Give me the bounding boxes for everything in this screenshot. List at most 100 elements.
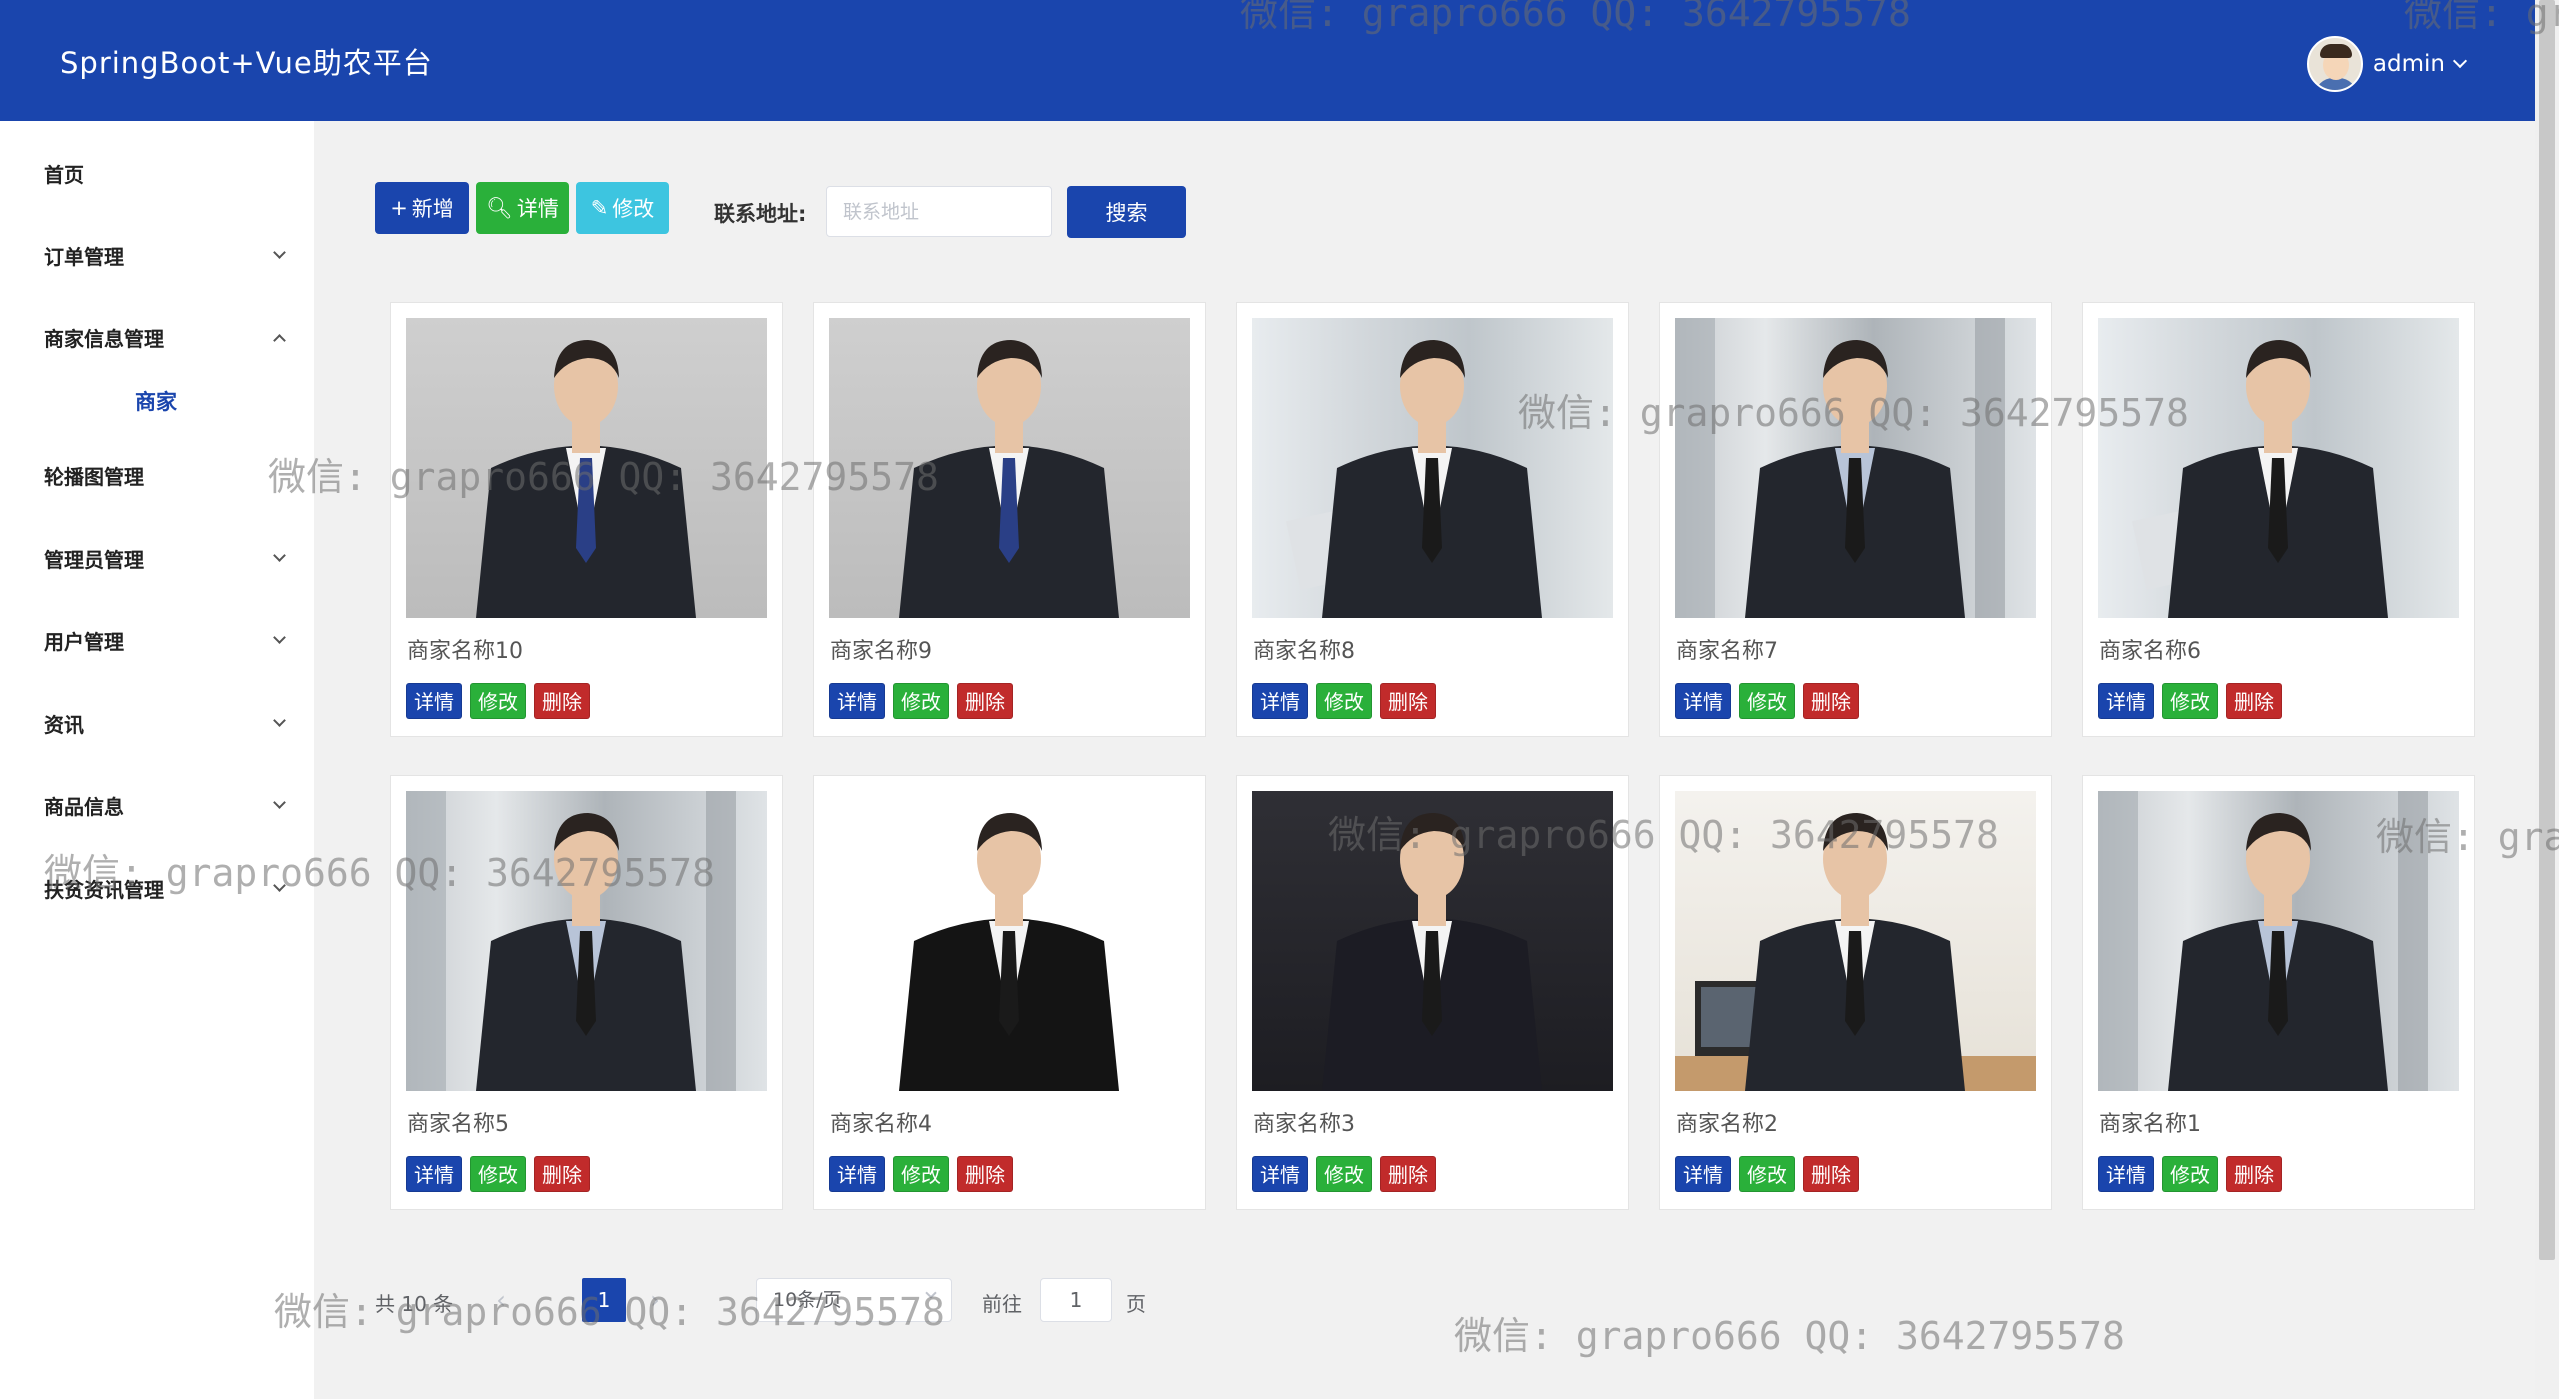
card-edit-button[interactable]: 修改 (1739, 1156, 1795, 1192)
sidebar-item-admins[interactable]: 管理员管理 (44, 544, 286, 573)
merchant-photo[interactable] (1675, 318, 2036, 618)
chevron-down-icon[interactable] (273, 246, 286, 259)
merchant-card[interactable]: 商家名称4 详情 修改 删除 (813, 775, 1206, 1210)
sidebar-item-label[interactable]: 首页 (44, 159, 84, 188)
sidebar-subitem-merchant[interactable]: 商家 (135, 386, 177, 416)
card-delete-button[interactable]: 删除 (1803, 1156, 1859, 1192)
card-delete-button[interactable]: 删除 (2226, 683, 2282, 719)
sidebar-item-merchant-info[interactable]: 商家信息管理 (44, 323, 286, 352)
merchant-card[interactable]: 商家名称9 详情 修改 删除 (813, 302, 1206, 737)
card-detail-button[interactable]: 详情 (1675, 1156, 1731, 1192)
card-delete-button[interactable]: 删除 (1803, 683, 1859, 719)
card-edit-button[interactable]: 修改 (470, 1156, 526, 1192)
merchant-photo[interactable] (1252, 318, 1613, 618)
card-detail-button[interactable]: 详情 (2098, 683, 2154, 719)
detail-button-label: 详情 (516, 197, 559, 221)
scrollbar-thumb[interactable] (2539, 0, 2555, 1260)
merchant-card[interactable]: 商家名称3 详情 修改 删除 (1236, 775, 1629, 1210)
sidebar-item-label[interactable]: 管理员管理 (44, 544, 144, 573)
merchant-photo[interactable] (406, 318, 767, 618)
card-edit-button[interactable]: 修改 (1316, 1156, 1372, 1192)
chevron-down-icon[interactable] (2452, 53, 2468, 69)
merchant-photo[interactable] (2098, 318, 2459, 618)
card-detail-button[interactable]: 详情 (406, 683, 462, 719)
card-edit-button[interactable]: 修改 (2162, 1156, 2218, 1192)
goto-page-input[interactable] (1040, 1278, 1112, 1322)
card-edit-button[interactable]: 修改 (470, 683, 526, 719)
card-detail-button[interactable]: 详情 (829, 683, 885, 719)
user-menu[interactable]: admin (2306, 36, 2468, 92)
page-size-select[interactable]: 10条/页 (756, 1278, 952, 1322)
card-detail-button[interactable]: 详情 (1252, 1156, 1308, 1192)
chevron-down-icon[interactable] (273, 631, 286, 644)
chevron-up-icon[interactable] (273, 334, 286, 347)
sidebar-item-label[interactable]: 扶贫资讯管理 (44, 874, 164, 903)
card-delete-button[interactable]: 删除 (1380, 683, 1436, 719)
merchant-card[interactable]: 商家名称5 详情 修改 删除 (390, 775, 783, 1210)
address-label: 联系地址: (714, 202, 807, 226)
card-edit-button[interactable]: 修改 (893, 683, 949, 719)
card-detail-button[interactable]: 详情 (829, 1156, 885, 1192)
card-edit-button[interactable]: 修改 (1739, 683, 1795, 719)
prev-page-icon[interactable]: ‹ (486, 1280, 516, 1320)
chevron-down-icon[interactable] (273, 879, 286, 892)
chevron-down-icon[interactable] (273, 796, 286, 809)
merchant-photo[interactable] (2098, 791, 2459, 1091)
merchant-name: 商家名称1 (2099, 1112, 2201, 1137)
sidebar-item-home[interactable]: 首页 (44, 159, 284, 188)
sidebar-item-carousel[interactable]: 轮播图管理 (44, 461, 284, 490)
chevron-down-icon[interactable] (273, 549, 286, 562)
avatar[interactable] (2306, 36, 2363, 92)
card-actions: 详情 修改 删除 (1675, 683, 1859, 719)
search-button[interactable]: 搜索 (1067, 186, 1186, 238)
card-delete-button[interactable]: 删除 (2226, 1156, 2282, 1192)
card-detail-button[interactable]: 详情 (1252, 683, 1308, 719)
edit-button[interactable]: ✎ 修改 (576, 182, 669, 234)
merchant-card[interactable]: 商家名称2 详情 修改 删除 (1659, 775, 2052, 1210)
chevron-down-icon[interactable] (273, 714, 286, 727)
sidebar-item-news[interactable]: 资讯 (44, 709, 286, 738)
merchant-name: 商家名称6 (2099, 639, 2201, 664)
merchant-card[interactable]: 商家名称8 详情 修改 删除 (1236, 302, 1629, 737)
page-scrollbar[interactable] (2535, 0, 2559, 1399)
page-number-current[interactable]: 1 (582, 1278, 626, 1322)
sidebar-item-label[interactable]: 轮播图管理 (44, 461, 144, 490)
sidebar-item-products[interactable]: 商品信息 (44, 791, 286, 820)
sidebar-item-label[interactable]: 订单管理 (44, 241, 124, 270)
pagination-total: 共 10 条 (375, 1292, 454, 1316)
card-delete-button[interactable]: 删除 (1380, 1156, 1436, 1192)
merchant-card[interactable]: 商家名称10 详情 修改 删除 (390, 302, 783, 737)
merchant-photo[interactable] (829, 791, 1190, 1091)
card-delete-button[interactable]: 删除 (957, 683, 1013, 719)
merchant-card[interactable]: 商家名称6 详情 修改 删除 (2082, 302, 2475, 737)
card-delete-button[interactable]: 删除 (534, 683, 590, 719)
add-button[interactable]: + 新增 (375, 182, 469, 234)
merchant-card[interactable]: 商家名称7 详情 修改 删除 (1659, 302, 2052, 737)
merchant-name: 商家名称7 (1676, 639, 1778, 664)
card-detail-button[interactable]: 详情 (1675, 683, 1731, 719)
card-edit-button[interactable]: 修改 (1316, 683, 1372, 719)
card-detail-button[interactable]: 详情 (2098, 1156, 2154, 1192)
sidebar-item-label[interactable]: 商品信息 (44, 791, 124, 820)
card-detail-button[interactable]: 详情 (406, 1156, 462, 1192)
card-delete-button[interactable]: 删除 (957, 1156, 1013, 1192)
merchant-photo[interactable] (1675, 791, 2036, 1091)
merchant-photo[interactable] (829, 318, 1190, 618)
card-edit-button[interactable]: 修改 (893, 1156, 949, 1192)
sidebar-item-label[interactable]: 资讯 (44, 709, 84, 738)
card-edit-button[interactable]: 修改 (2162, 683, 2218, 719)
address-search-input[interactable] (826, 186, 1052, 237)
sidebar-item-label[interactable]: 商家信息管理 (44, 323, 164, 352)
sidebar-item-label[interactable]: 用户管理 (44, 626, 124, 655)
sidebar-item-orders[interactable]: 订单管理 (44, 241, 286, 270)
username[interactable]: admin (2373, 51, 2445, 77)
sidebar-item-users[interactable]: 用户管理 (44, 626, 286, 655)
merchant-photo[interactable] (406, 791, 767, 1091)
card-delete-button[interactable]: 删除 (534, 1156, 590, 1192)
detail-button[interactable]: 🔍︎ 详情 (476, 182, 569, 234)
sidebar-item-poverty-news[interactable]: 扶贫资讯管理 (44, 874, 286, 903)
edit-button-label: 修改 (612, 197, 655, 221)
next-page-icon[interactable]: › (640, 1280, 670, 1320)
merchant-photo[interactable] (1252, 791, 1613, 1091)
merchant-card[interactable]: 商家名称1 详情 修改 删除 (2082, 775, 2475, 1210)
